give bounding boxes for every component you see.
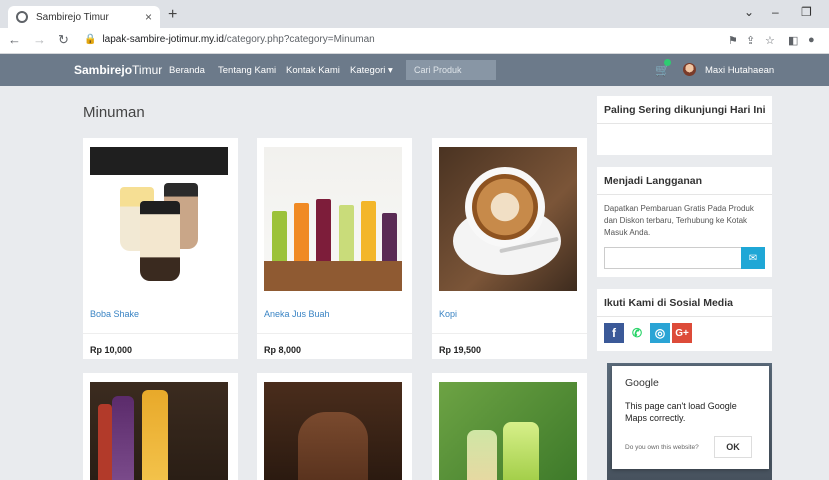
popular-title: Paling Sering dikunjungi Hari Ini [604,104,766,116]
bottle [142,390,168,480]
envelope-icon[interactable]: ✉ [741,247,765,269]
whatsapp-icon[interactable]: ✆ [627,323,647,343]
map-error-title: Google [625,377,659,389]
image-background [90,147,228,175]
tab-close-icon[interactable]: × [145,10,152,24]
tab-title: Sambirejo Timur [36,11,109,23]
juice-glass [316,199,331,263]
social-title: Ikuti Kami di Sosial Media [604,297,733,309]
product-name[interactable]: Kopi [439,309,457,319]
product-image-boba[interactable] [90,147,228,291]
card-divider [432,333,587,334]
product-image-kopi[interactable] [439,147,577,291]
browser-tab-bar: Sambirejo Timur × + ⌄ – ❐ [0,0,829,28]
back-arrow-icon[interactable]: ← [8,32,21,47]
product-card[interactable] [432,373,587,480]
social-panel: Ikuti Kami di Sosial Media f ✆ ◎ G+ [597,289,772,351]
juice-glass [382,213,397,263]
bottle [467,430,497,480]
map-own-website-link[interactable]: Do you own this website? [625,444,699,451]
map-error-dialog: Google This page can't load Google Maps … [612,366,769,469]
popular-panel: Paling Sering dikunjungi Hari Ini [597,96,772,155]
user-name[interactable]: Maxi Hutahaean [705,65,774,76]
product-card[interactable]: Kopi Rp 19,500 [432,138,587,359]
avatar[interactable] [683,63,696,76]
product-name[interactable]: Aneka Jus Buah [264,309,330,319]
site-favicon-icon [16,11,28,23]
lock-icon: 🔒 [84,34,97,45]
bookmark-star-icon[interactable]: ☆ [765,34,775,47]
juice-glass [339,205,354,263]
boba-cup [140,201,180,281]
facebook-icon[interactable]: f [604,323,624,343]
subscribe-description: Dapatkan Pembaruan Gratis Pada Produk da… [604,204,754,237]
product-name[interactable]: Boba Shake [90,309,139,319]
url-field[interactable]: 🔒 lapak-sambire-jotimur.my.id/category.ph… [84,34,375,45]
minimize-icon[interactable]: – [772,5,779,19]
email-field[interactable] [604,247,742,269]
product-price: Rp 19,500 [439,345,482,355]
product-card[interactable]: Boba Shake Rp 10,000 [83,138,238,359]
juice-glass [361,201,376,263]
product-image-green-drinks[interactable] [439,382,577,480]
product-image-jus[interactable] [264,147,402,291]
address-bar: ← → ↻ 🔒 lapak-sambire-jotimur.my.id/categ… [0,28,829,54]
product-image-chocolate[interactable] [264,382,402,480]
juice-glass [272,211,287,263]
panel-divider [597,316,772,317]
latte-art [472,174,538,240]
brand-bold: Sambirejo [74,63,133,77]
forward-arrow-icon[interactable]: → [33,32,46,47]
product-price: Rp 8,000 [264,345,302,355]
product-price: Rp 10,000 [90,345,133,355]
product-card[interactable]: Aneka Jus Buah Rp 8,000 [257,138,412,359]
site-brand[interactable]: SambirejoTimur [74,63,162,77]
url-path: /category.php?category=Minuman [223,34,375,45]
brand-rest: Timur [132,63,163,77]
sidebar-panel-icon[interactable]: ◧ [788,34,798,47]
wooden-table [264,261,402,291]
nav-link-tentang-kami[interactable]: Tentang Kami [218,65,276,76]
card-divider [83,333,238,334]
browser-tab[interactable]: Sambirejo Timur × [8,6,160,28]
google-plus-icon[interactable]: G+ [672,323,692,343]
cart-badge [664,59,671,66]
url-domain: lapak-sambire-jotimur.my.id [102,34,224,45]
product-card[interactable] [83,373,238,480]
chocolate-drink [298,412,368,480]
restore-icon[interactable]: ❐ [801,5,812,19]
subscribe-title: Menjadi Langganan [604,175,703,187]
bottle [112,396,134,480]
juice-glass [294,203,309,263]
profile-icon[interactable]: ● [808,34,815,46]
tab-search-icon[interactable]: ⌄ [744,5,754,19]
map-error-message: This page can't load Google Maps correct… [625,401,737,423]
page-title: Minuman [83,104,145,121]
new-tab-button[interactable]: + [168,6,177,24]
bottle [98,404,112,480]
card-divider [257,333,412,334]
nav-link-beranda[interactable]: Beranda [169,65,205,76]
product-search-input[interactable]: Cari Produk [406,60,496,80]
translate-icon[interactable]: ⚑ [728,34,738,47]
panel-divider [597,123,772,124]
reload-icon[interactable]: ↻ [58,32,69,48]
site-navbar: SambirejoTimur Beranda Tentang Kami Kont… [0,54,829,86]
share-icon[interactable]: ⇪ [746,34,755,47]
subscribe-panel: Menjadi Langganan Dapatkan Pembaruan Gra… [597,167,772,277]
nav-link-kontak-kami[interactable]: Kontak Kami [286,65,340,76]
instagram-icon[interactable]: ◎ [650,323,670,343]
nav-dropdown-kategori[interactable]: Kategori ▾ [350,65,393,76]
bottle [503,422,539,480]
map-ok-button[interactable]: OK [714,436,752,458]
panel-divider [597,194,772,195]
product-image-bottles[interactable] [90,382,228,480]
product-card[interactable] [257,373,412,480]
